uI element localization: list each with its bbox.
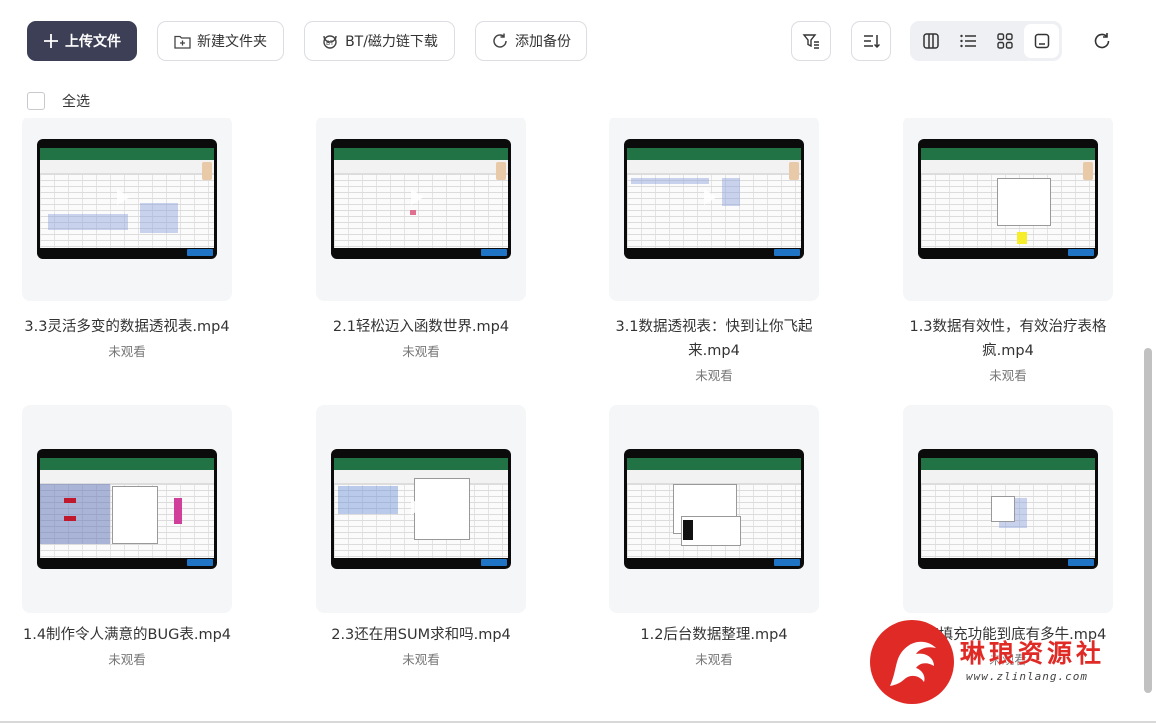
thumbnail-container xyxy=(609,118,819,301)
video-thumbnail xyxy=(624,139,804,259)
file-name[interactable]: 1.2后台数据整理.mp4 xyxy=(609,623,819,647)
thumbnail-container xyxy=(22,405,232,613)
file-card[interactable]: 3.1数据透视表：快到让你飞起来.mp4 未观看 xyxy=(609,118,819,384)
brand-logo xyxy=(187,249,213,256)
refresh-icon xyxy=(1094,33,1110,49)
watermark-url: www.zlinlang.com xyxy=(966,670,1088,683)
watch-status: 未观看 xyxy=(402,652,440,667)
play-icon xyxy=(704,499,717,515)
file-name[interactable]: 1.3数据有效性，有效治疗表格疯.mp4 xyxy=(903,315,1113,363)
columns-view-button[interactable] xyxy=(913,24,948,58)
select-all-row[interactable]: 全选 xyxy=(27,91,90,111)
video-thumbnail xyxy=(37,139,217,259)
upload-button[interactable]: 上传文件 xyxy=(27,21,137,61)
file-name[interactable]: 1.4制作令人满意的BUG表.mp4 xyxy=(22,623,232,647)
file-card[interactable]: 1.4制作令人满意的BUG表.mp4 未观看 xyxy=(22,405,232,668)
file-name[interactable]: 3.1数据透视表：快到让你飞起来.mp4 xyxy=(609,315,819,363)
preview-view-button[interactable] xyxy=(1024,24,1059,58)
video-thumbnail xyxy=(918,139,1098,259)
watermark-text: 琳琅资源社 xyxy=(960,639,1106,668)
filter-icon xyxy=(802,34,819,49)
toolbar: 上传文件 新建文件夹 BT BT/磁力链下载 添加备份 xyxy=(0,0,1156,82)
thumbnail-container xyxy=(903,118,1113,301)
file-card[interactable]: 1.2后台数据整理.mp4 未观看 xyxy=(609,405,819,668)
filter-button[interactable] xyxy=(791,21,831,61)
preview-view-icon xyxy=(1034,33,1049,49)
thumbnail-container xyxy=(609,405,819,613)
sort-icon xyxy=(864,35,880,49)
play-icon xyxy=(117,499,130,515)
thumbnail-container xyxy=(22,118,232,301)
brand-logo xyxy=(774,249,800,256)
columns-view-icon xyxy=(922,33,939,49)
watch-status: 未观看 xyxy=(989,368,1027,383)
magnet-icon: BT xyxy=(323,35,337,49)
select-all-label: 全选 xyxy=(62,94,90,110)
file-card[interactable]: 2.1轻松迈入函数世界.mp4 未观看 xyxy=(316,118,526,360)
brand-logo xyxy=(187,559,213,566)
grid-view-icon xyxy=(996,33,1013,49)
thumbnail-container xyxy=(316,118,526,301)
thumbnail-container xyxy=(316,405,526,613)
select-all-checkbox[interactable] xyxy=(27,92,45,110)
watch-status: 未观看 xyxy=(108,652,146,667)
play-icon xyxy=(411,189,424,205)
brand-logo xyxy=(1068,559,1094,566)
watermark-logo xyxy=(870,620,954,704)
file-name[interactable]: 2.1轻松迈入函数世界.mp4 xyxy=(316,315,526,339)
sort-button[interactable] xyxy=(851,21,891,61)
brand-logo xyxy=(774,559,800,566)
new-folder-label: 新建文件夹 xyxy=(197,34,267,50)
file-card[interactable]: 2.3还在用SUM求和吗.mp4 未观看 xyxy=(316,405,526,668)
list-view-button[interactable] xyxy=(950,24,985,58)
video-thumbnail xyxy=(624,449,804,569)
video-thumbnail xyxy=(918,449,1098,569)
play-icon xyxy=(704,189,717,205)
watch-status: 未观看 xyxy=(695,652,733,667)
play-icon xyxy=(998,189,1011,205)
add-backup-button[interactable]: 添加备份 xyxy=(475,21,587,61)
plus-icon xyxy=(44,34,58,48)
watch-status: 未观看 xyxy=(108,344,146,359)
play-icon xyxy=(117,189,130,205)
file-name[interactable]: 2.3还在用SUM求和吗.mp4 xyxy=(316,623,526,647)
watch-status: 未观看 xyxy=(695,368,733,383)
brand-logo xyxy=(481,249,507,256)
brand-logo xyxy=(481,559,507,566)
bt-download-button[interactable]: BT BT/磁力链下载 xyxy=(304,21,455,61)
file-name[interactable]: 3.3灵活多变的数据透视表.mp4 xyxy=(22,315,232,339)
bt-download-label: BT/磁力链下载 xyxy=(345,34,438,50)
watch-status: 未观看 xyxy=(402,344,440,359)
brand-logo xyxy=(1068,249,1094,256)
file-card[interactable]: 3.3灵活多变的数据透视表.mp4 未观看 xyxy=(22,118,232,360)
video-thumbnail xyxy=(37,449,217,569)
grid-view-button[interactable] xyxy=(987,24,1022,58)
watermark: 琳琅资源社 www.zlinlang.com xyxy=(868,618,1148,708)
folder-plus-icon xyxy=(174,35,191,49)
add-backup-label: 添加备份 xyxy=(515,34,571,50)
list-view-icon xyxy=(959,34,976,48)
video-thumbnail xyxy=(331,449,511,569)
file-card[interactable]: 1.3数据有效性，有效治疗表格疯.mp4 未观看 xyxy=(903,118,1113,384)
play-icon xyxy=(998,499,1011,515)
sync-icon xyxy=(493,33,507,48)
thumbnail-container xyxy=(903,405,1113,613)
svg-text:BT: BT xyxy=(326,40,334,47)
new-folder-button[interactable]: 新建文件夹 xyxy=(157,21,284,61)
refresh-button[interactable] xyxy=(1086,25,1118,57)
upload-label: 上传文件 xyxy=(65,34,121,50)
video-thumbnail xyxy=(331,139,511,259)
play-icon xyxy=(411,499,424,515)
view-mode-group xyxy=(910,21,1062,61)
